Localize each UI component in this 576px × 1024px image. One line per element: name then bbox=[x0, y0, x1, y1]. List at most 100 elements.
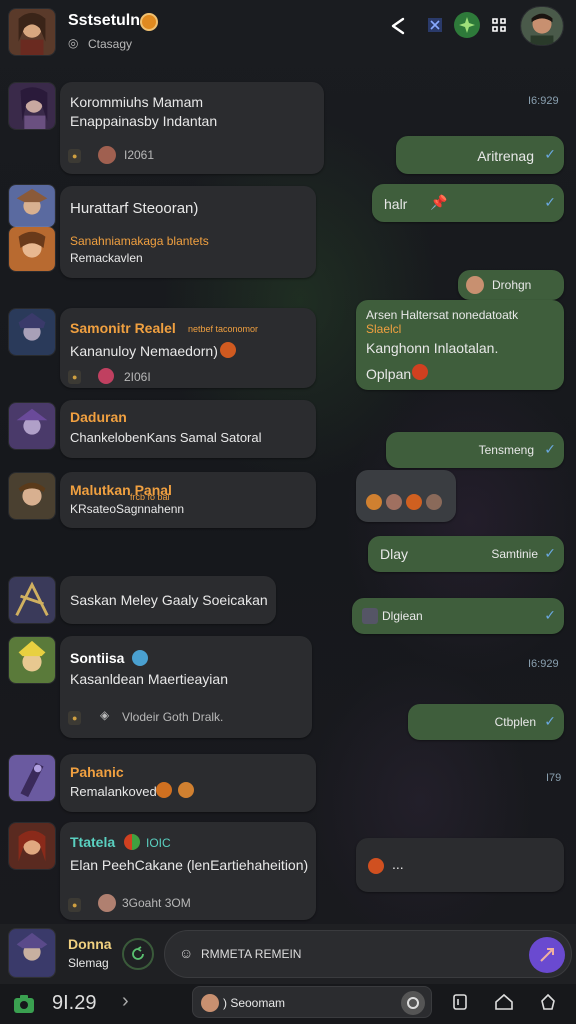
message-text: ... bbox=[392, 856, 404, 872]
settings-icon[interactable] bbox=[536, 990, 560, 1014]
home-icon[interactable] bbox=[492, 990, 516, 1014]
message-text: Saskan Meley Gaaly Soeicakan bbox=[70, 592, 268, 608]
level-badge: ● bbox=[68, 370, 82, 384]
message-meta: 3Goaht 3OM bbox=[122, 896, 191, 910]
header-avatar[interactable] bbox=[8, 8, 56, 56]
outgoing-message[interactable]: Ctbplen ✓ bbox=[408, 704, 564, 740]
emoji-icon bbox=[220, 342, 236, 358]
outgoing-message[interactable]: Aritrenag ✓ bbox=[396, 136, 564, 174]
message-meta: Vlodeir Goth Dralk. bbox=[122, 710, 224, 724]
message-text: halr bbox=[384, 196, 408, 212]
chat-subtitle: Ctasagy bbox=[88, 37, 133, 51]
read-check-icon: ✓ bbox=[544, 146, 556, 162]
sender-avatar[interactable] bbox=[8, 636, 56, 684]
incoming-message[interactable]: Samonitr Realel netbef taconomor Kananul… bbox=[60, 308, 316, 388]
sender-avatar[interactable] bbox=[8, 402, 56, 450]
sender-avatar[interactable] bbox=[8, 184, 56, 228]
bottom-navbar: 9I.29 › ) Seoomam bbox=[0, 984, 576, 1024]
message-subtitle: Slaelcl bbox=[366, 322, 402, 336]
message-title: Samonitr Realel bbox=[70, 320, 176, 336]
read-check-icon: ✓ bbox=[544, 713, 556, 729]
level-badge: ● bbox=[68, 149, 82, 163]
outgoing-message[interactable]: Dlay Samtinie ✓ bbox=[368, 536, 564, 572]
profile-avatar[interactable] bbox=[520, 6, 564, 46]
outgoing-message[interactable]: Dlgiean ✓ bbox=[352, 598, 564, 634]
sender-avatar[interactable] bbox=[8, 226, 56, 272]
message-input[interactable]: ☺ RMMETA REMEIN bbox=[164, 930, 572, 978]
read-check-icon: ✓ bbox=[544, 194, 556, 210]
outgoing-message[interactable]: ... bbox=[356, 838, 564, 892]
message-text: Remackavlen bbox=[70, 251, 143, 265]
message-subtitle: Sanahniamakaga blantets bbox=[70, 234, 209, 248]
message-text: ChankelobenKans Samal Satoral bbox=[70, 430, 262, 445]
translate-icon[interactable] bbox=[424, 14, 446, 36]
incoming-message[interactable]: Daduran ChankelobenKans Samal Satoral bbox=[60, 400, 316, 458]
sender-avatar[interactable] bbox=[8, 308, 56, 356]
grid-icon[interactable] bbox=[488, 14, 510, 36]
message-time: I6:929 bbox=[528, 658, 559, 670]
sender-avatar[interactable] bbox=[8, 472, 56, 520]
camera-icon[interactable] bbox=[10, 990, 38, 1018]
share-icon[interactable] bbox=[384, 12, 412, 40]
gem-icon bbox=[132, 650, 148, 666]
message-text: Arsen Haltersat nonedatoatk bbox=[366, 308, 519, 322]
incoming-message[interactable]: Korommiuhs Mamam Enappainasby Indantan ●… bbox=[60, 82, 324, 174]
emoji-icon bbox=[98, 368, 114, 384]
composer-bar: Donna Slemag ☺ RMMETA REMEIN bbox=[0, 924, 576, 984]
bookmark-icon[interactable] bbox=[448, 990, 472, 1014]
message-text: Oplpan bbox=[366, 366, 412, 382]
emoji-icon bbox=[366, 494, 382, 510]
chat-header: Sstsetuln ◎ Ctasagy bbox=[0, 0, 576, 70]
search-pill[interactable]: ) Seoomam bbox=[192, 986, 432, 1018]
outgoing-message[interactable]: Arsen Haltersat nonedatoatk Slaelcl Kang… bbox=[356, 300, 564, 390]
message-text: Remalankoved bbox=[70, 784, 157, 799]
outgoing-message[interactable]: Drohgn bbox=[458, 270, 564, 300]
message-text: Drohgn bbox=[492, 278, 532, 292]
status-emoji-icon bbox=[140, 13, 158, 31]
emoji-picker-icon[interactable]: ☺ bbox=[179, 945, 193, 961]
level-badge: ● bbox=[68, 898, 82, 912]
message-text: Dlay bbox=[380, 546, 409, 562]
image-icon bbox=[362, 608, 378, 624]
incoming-message[interactable]: Saskan Meley Gaaly Soeicakan bbox=[60, 576, 276, 624]
sender-avatar[interactable] bbox=[8, 822, 56, 870]
refresh-icon[interactable] bbox=[122, 938, 154, 970]
outgoing-message[interactable]: halr 📌 ✓ bbox=[372, 184, 564, 222]
mini-avatar bbox=[98, 894, 116, 912]
incoming-message[interactable]: Hurattarf Steooran) Sanahniamakaga blant… bbox=[60, 186, 316, 278]
composer-name: Donna bbox=[68, 936, 112, 952]
mini-avatar bbox=[201, 994, 219, 1012]
message-title: Daduran bbox=[70, 409, 127, 425]
chevron-right-icon[interactable]: › bbox=[122, 990, 129, 1013]
incoming-message[interactable]: Malutkan Panal frcb fo bal KRsateoSagnna… bbox=[60, 472, 316, 528]
clover-icon[interactable] bbox=[452, 10, 482, 40]
message-meta: 2I06I bbox=[124, 370, 151, 384]
message-text: Enappainasby Indantan bbox=[70, 113, 218, 129]
input-placeholder: RMMETA REMEIN bbox=[201, 947, 302, 961]
record-icon[interactable] bbox=[401, 991, 425, 1015]
message-tag: IOIC bbox=[146, 836, 171, 850]
message-text: Ctbplen bbox=[494, 715, 536, 729]
sender-avatar[interactable] bbox=[8, 82, 56, 130]
incoming-message[interactable]: Sontiisa Kasanldean Maertieayian ● ◈ Vlo… bbox=[60, 636, 312, 738]
message-text: Samtinie bbox=[491, 547, 538, 561]
incoming-message[interactable]: Pahanic Remalankoved bbox=[60, 754, 316, 812]
message-title: Korommiuhs Mamam bbox=[70, 94, 204, 110]
sender-avatar[interactable] bbox=[8, 754, 56, 802]
send-icon[interactable] bbox=[529, 937, 565, 973]
reaction-bubble[interactable] bbox=[356, 470, 456, 522]
mini-avatar bbox=[466, 276, 484, 294]
self-avatar[interactable] bbox=[8, 928, 56, 978]
incoming-message[interactable]: Ttatela IOIC Elan PeehCakane (lenEartieh… bbox=[60, 822, 316, 920]
message-text: Dlgiean bbox=[382, 609, 423, 623]
chat-title[interactable]: Sstsetuln bbox=[68, 12, 140, 30]
pin-icon: 📌 bbox=[430, 194, 448, 210]
message-tag: netbef taconomor bbox=[188, 324, 259, 334]
message-tag: frcb fo bal bbox=[130, 492, 170, 502]
clock-text: 9I.29 bbox=[52, 992, 97, 1014]
message-meta: I2061 bbox=[124, 148, 155, 162]
message-text: Kasanldean Maertieayian bbox=[70, 671, 228, 687]
sender-avatar[interactable] bbox=[8, 576, 56, 624]
outgoing-message[interactable]: Tensmeng ✓ bbox=[386, 432, 564, 468]
search-text: ) Seoomam bbox=[223, 996, 286, 1010]
